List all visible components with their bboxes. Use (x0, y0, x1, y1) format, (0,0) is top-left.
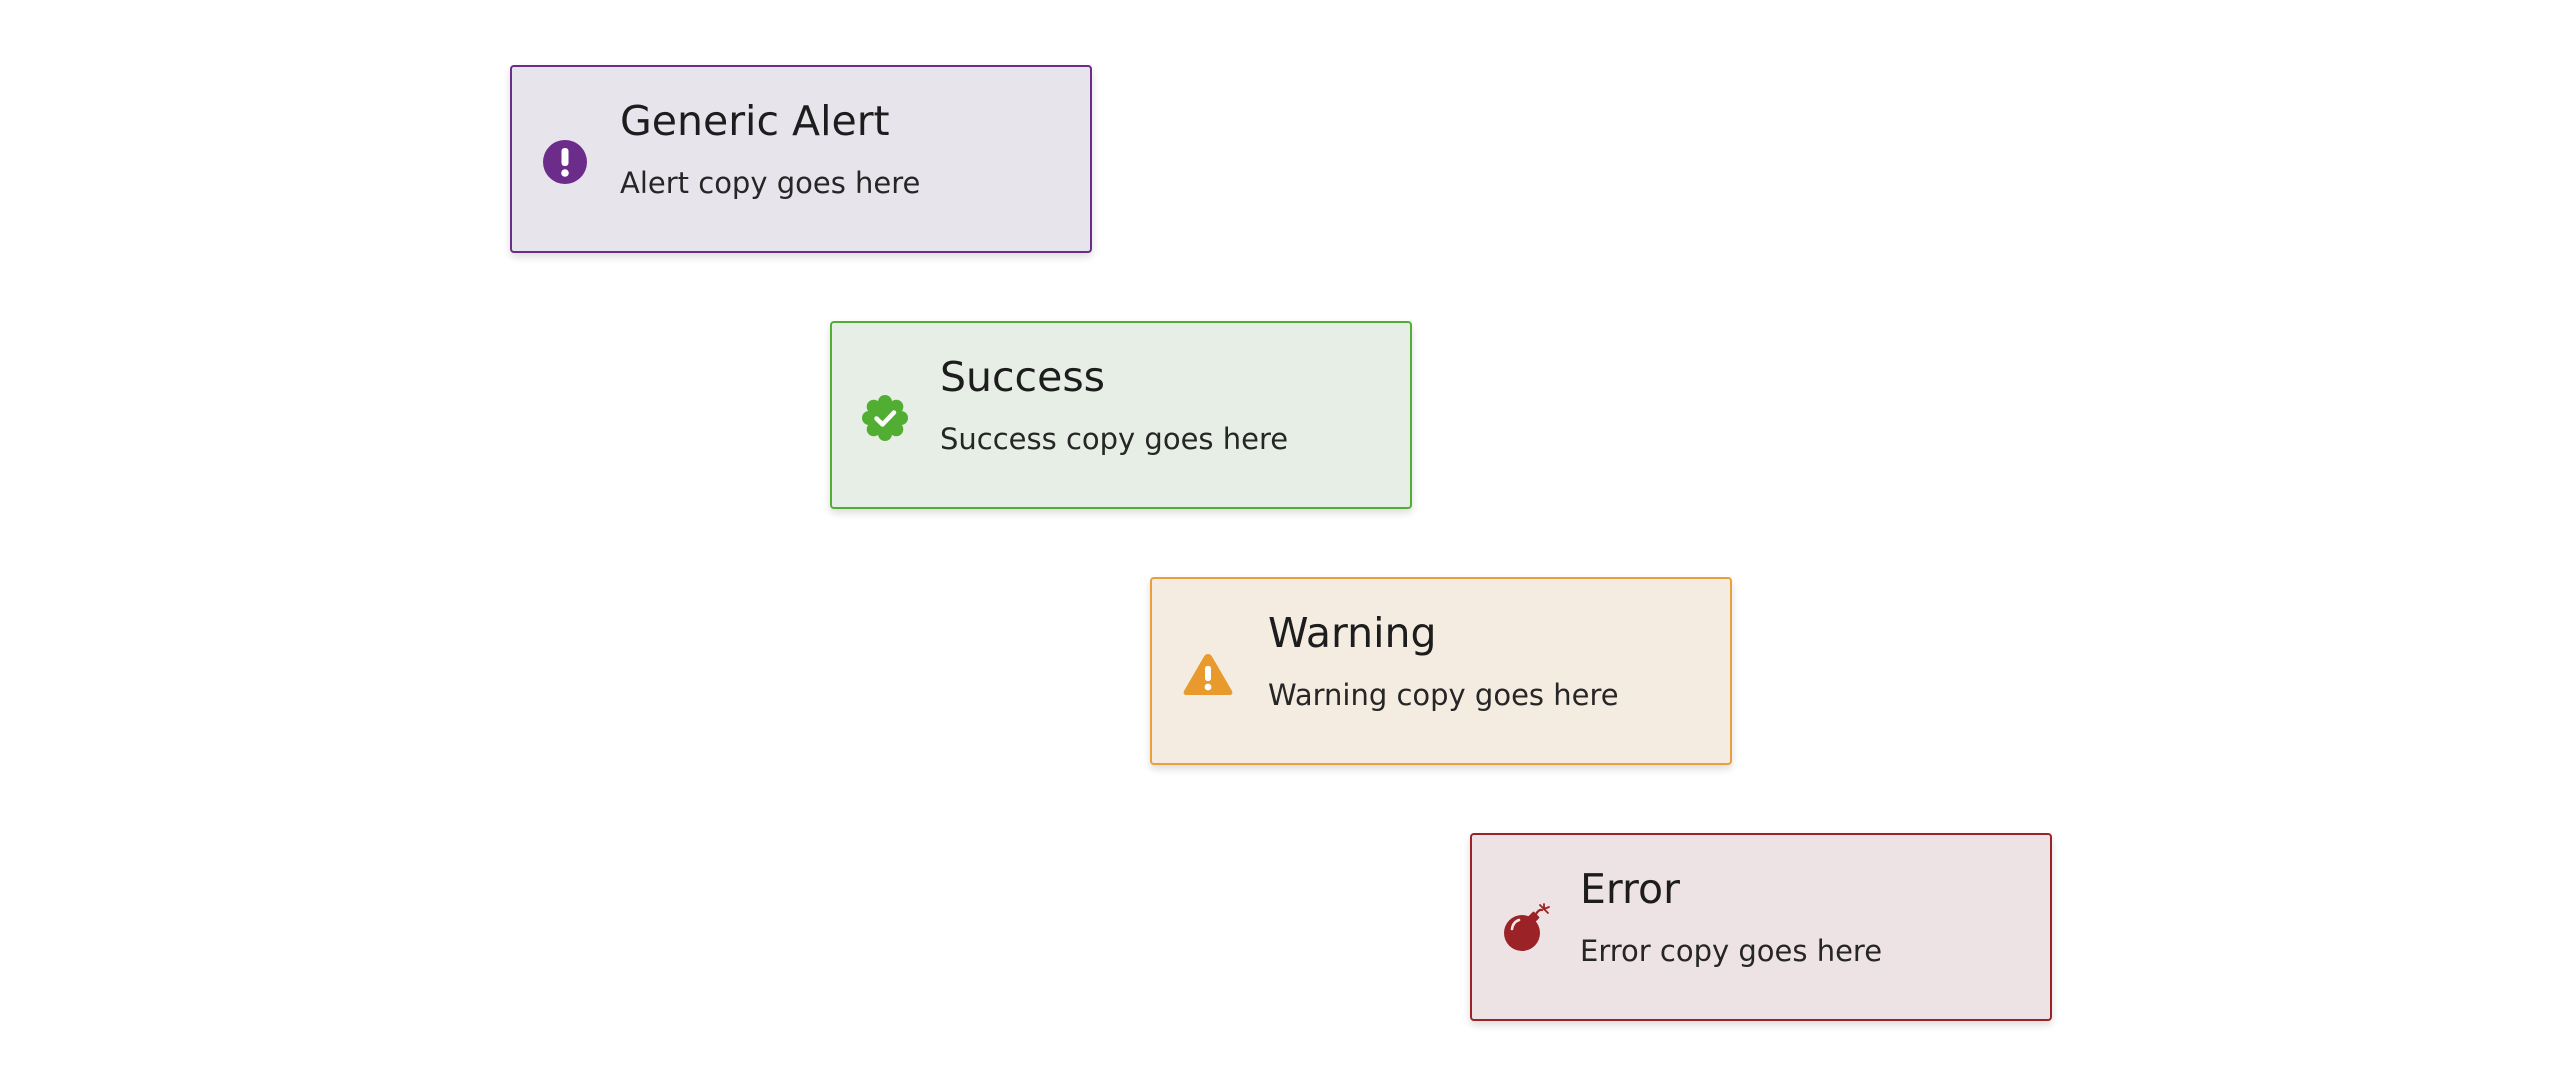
alert-copy: Success copy goes here (940, 422, 1289, 456)
alert-copy: Alert copy goes here (620, 166, 921, 200)
error-alert: Error Error copy goes here (1470, 833, 2052, 1021)
warning-triangle-icon (1183, 654, 1233, 695)
generic-alert: Generic Alert Alert copy goes here (510, 65, 1092, 253)
alert-title: Warning (1268, 609, 1437, 657)
bomb-icon (1504, 903, 1550, 951)
alert-title: Success (940, 353, 1106, 401)
check-badge-icon (862, 395, 908, 441)
warning-alert: Warning Warning copy goes here (1150, 577, 1732, 765)
alert-title: Generic Alert (620, 97, 890, 145)
success-alert: Success Success copy goes here (830, 321, 1412, 509)
alert-title: Error (1580, 865, 1680, 913)
alert-copy: Error copy goes here (1580, 934, 1883, 968)
exclamation-circle-icon (543, 140, 587, 184)
alert-copy: Warning copy goes here (1268, 678, 1619, 712)
alerts-showcase: Generic Alert Alert copy goes here Succe… (0, 0, 2560, 1088)
